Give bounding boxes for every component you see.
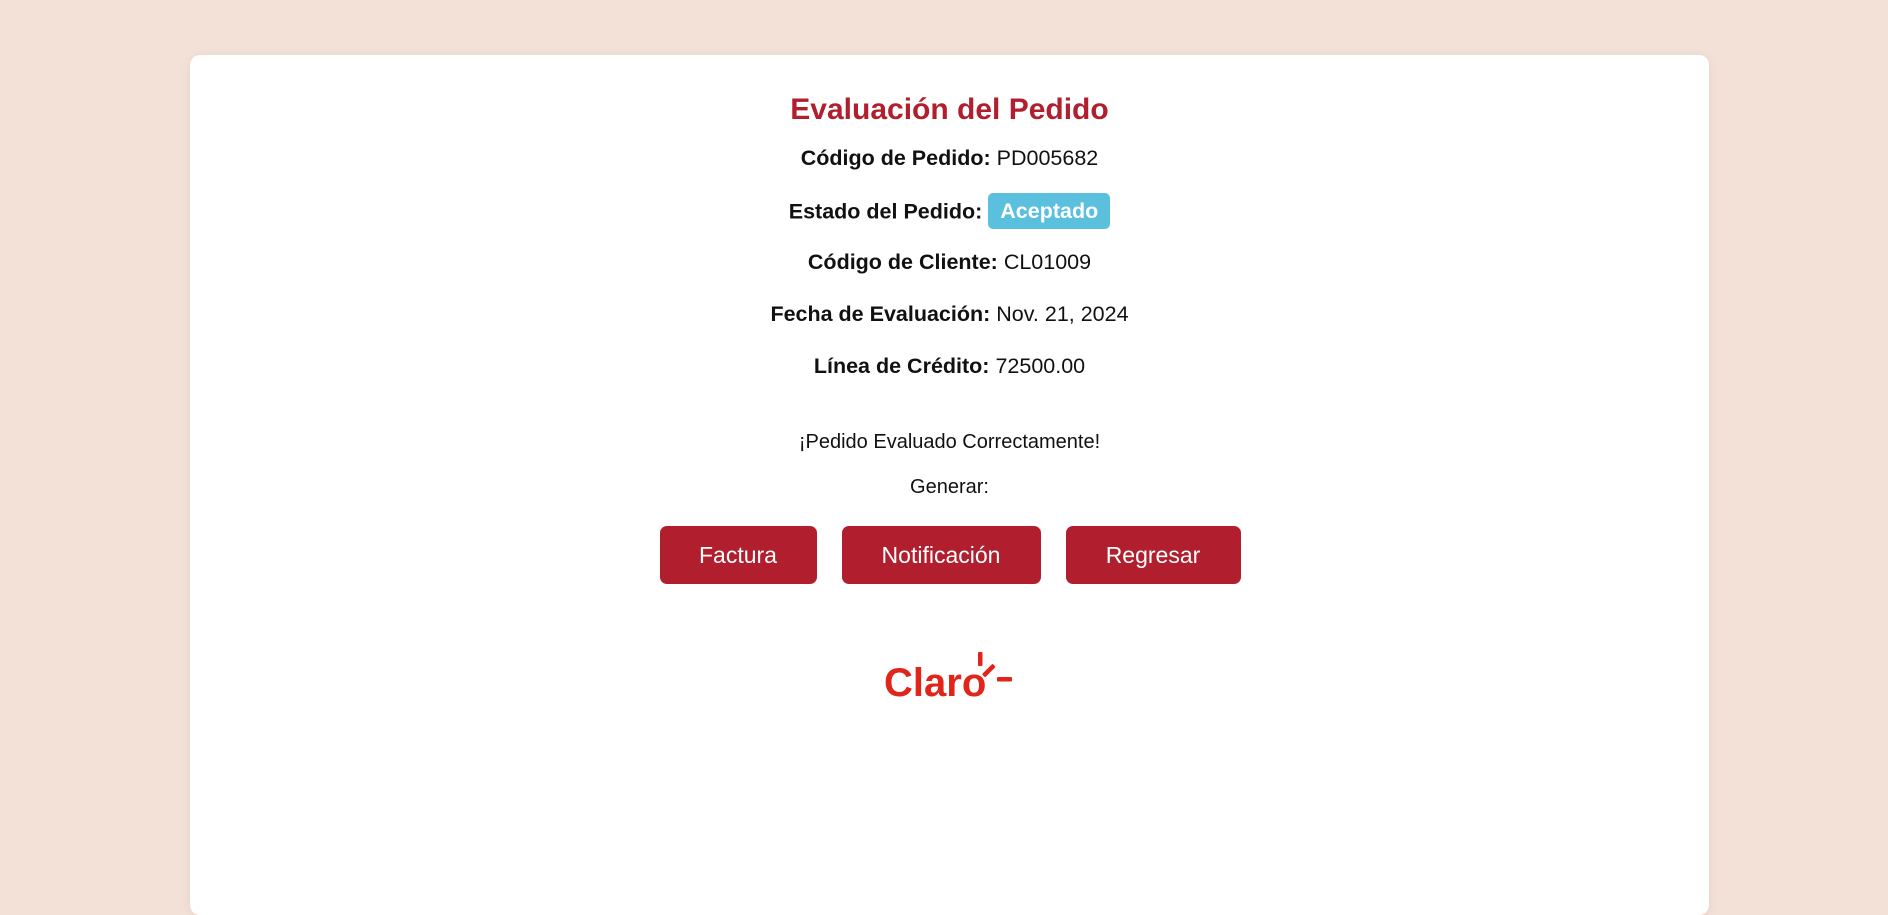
logo-wordmark: Claro: [884, 661, 986, 700]
invoice-button[interactable]: Factura: [659, 526, 817, 584]
credit-line-value: 72500.00: [995, 354, 1086, 378]
back-button[interactable]: Regresar: [1065, 526, 1241, 584]
notification-button[interactable]: Notificación: [841, 526, 1041, 584]
logo-ray-horizontal: [996, 677, 1012, 682]
client-code-row: Código de Cliente: CL01009: [190, 247, 1709, 277]
generate-label: Generar:: [910, 476, 989, 498]
order-code-label: Código de Pedido:: [800, 146, 991, 170]
logo-ray-vertical: [977, 652, 982, 666]
success-message: ¡Pedido Evaluado Correctamente!: [798, 431, 1101, 453]
claro-logo: Claro: [190, 650, 1709, 700]
page-title: Evaluación del Pedido: [790, 93, 1109, 126]
evaluation-date-row: Fecha de Evaluación: Nov. 21, 2024: [190, 299, 1709, 329]
client-code-label: Código de Cliente:: [807, 250, 998, 274]
evaluation-date-value: Nov. 21, 2024: [996, 302, 1129, 326]
credit-line-label: Línea de Crédito:: [813, 354, 990, 378]
claro-logo-icon: Claro: [884, 652, 1012, 700]
order-status-label: Estado del Pedido:: [788, 199, 983, 224]
action-buttons: Factura Notificación Regresar: [190, 526, 1709, 584]
status-badge: Aceptado: [988, 193, 1111, 229]
client-code-value: CL01009: [1003, 250, 1092, 274]
evaluation-content: Evaluación del Pedido Código de Pedido: …: [190, 55, 1709, 700]
evaluation-date-label: Fecha de Evaluación:: [770, 302, 991, 326]
order-code-value: PD005682: [996, 146, 1099, 170]
credit-line-row: Línea de Crédito: 72500.00: [190, 351, 1709, 381]
order-status-row: Estado del Pedido: Aceptado: [190, 193, 1709, 229]
order-code-row: Código de Pedido: PD005682: [190, 143, 1709, 173]
evaluation-card: Evaluación del Pedido Código de Pedido: …: [190, 55, 1709, 915]
